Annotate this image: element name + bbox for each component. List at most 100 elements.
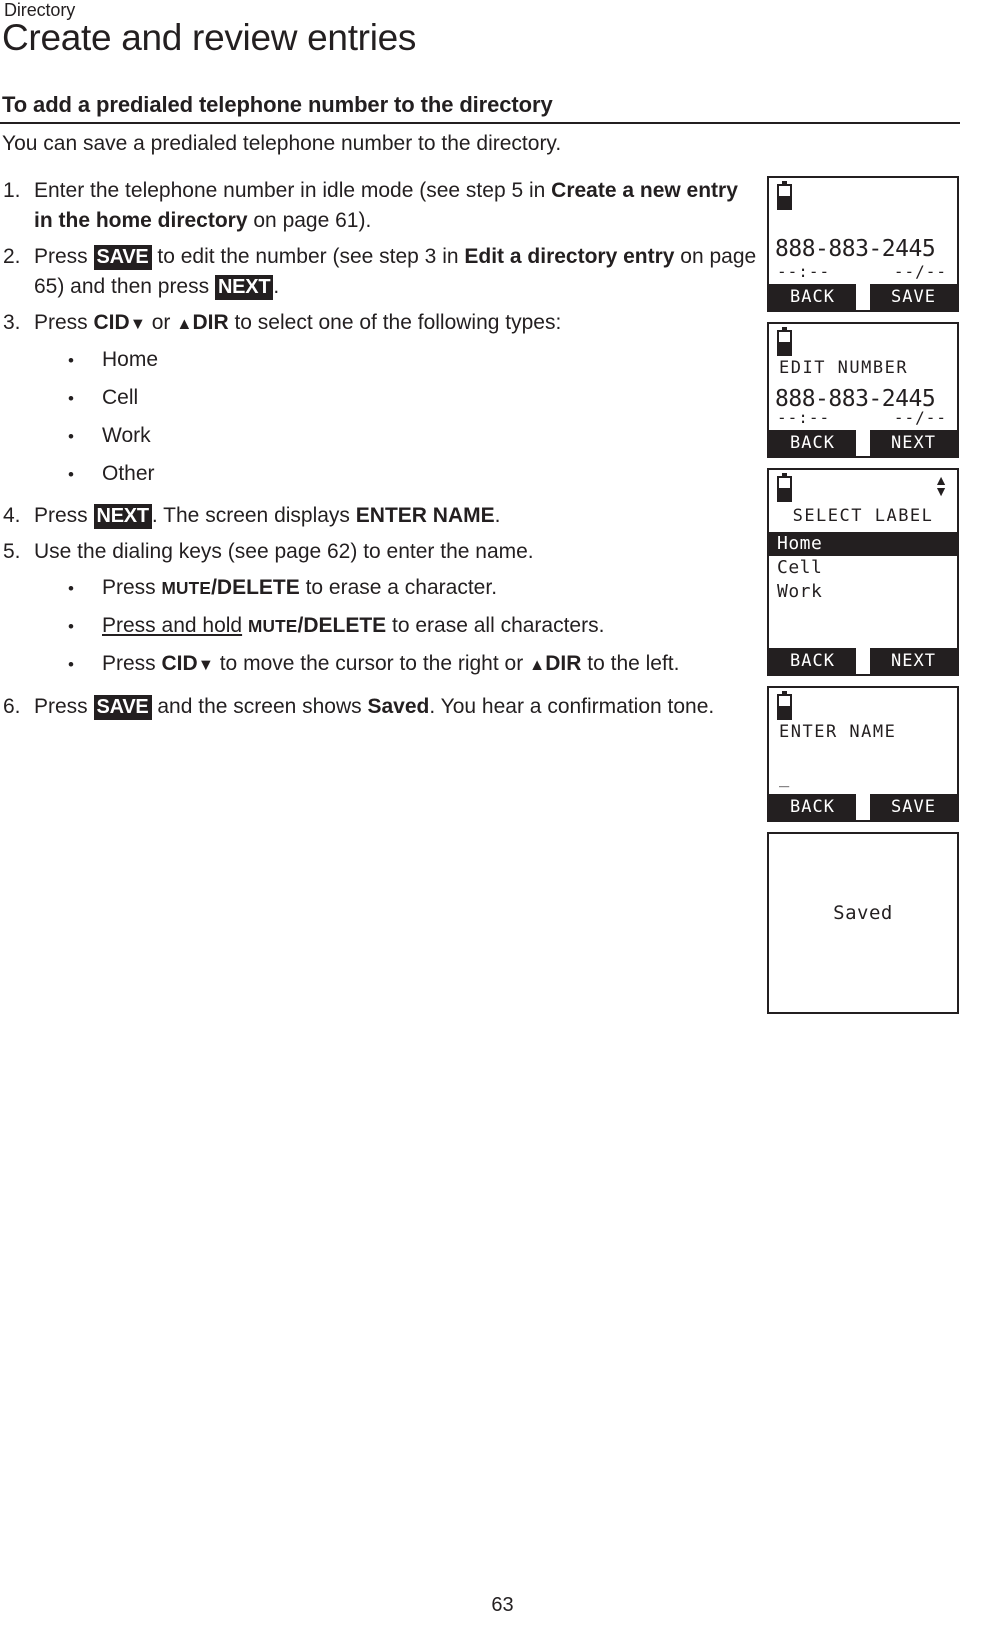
lcd-heading: SELECT LABEL <box>792 506 934 526</box>
list-item-label: Press CID to move the cursor to the righ… <box>102 645 760 684</box>
step-text: Press SAVE and the screen shows Saved. Y… <box>34 692 760 722</box>
step-text: Press SAVE to edit the number (see step … <box>34 242 760 302</box>
body-text: Enter the telephone number in idle mode … <box>34 179 552 202</box>
body-text: Press <box>34 311 94 334</box>
emphasis-text: /DELETE <box>211 576 300 599</box>
underlined-text: Press and hold <box>102 614 243 637</box>
body-text: Press <box>34 504 94 527</box>
bullet-dot-icon <box>68 645 102 684</box>
body-text: or <box>145 311 177 334</box>
softkey-divider <box>856 284 870 310</box>
emphasis-text: ENTER NAME <box>355 504 495 527</box>
list-item: Other <box>34 455 760 493</box>
body-text: to the left. <box>581 652 680 675</box>
lcd-softkey-bar: BACK SAVE <box>769 284 957 310</box>
bullet-dot-icon <box>68 417 102 455</box>
step-number: 4. <box>3 504 21 527</box>
softkey-right[interactable]: NEXT <box>870 648 957 674</box>
battery-icon <box>777 473 792 502</box>
step-bullet-list: Press MUTE/DELETE to erase a character.P… <box>34 569 760 684</box>
lcd-date-placeholder: --/-- <box>893 262 947 281</box>
screen-enter-name: ENTER NAME _ BACK SAVE <box>767 686 959 822</box>
step-number: 2. <box>3 245 21 268</box>
emphasis-text: Edit a directory entry <box>464 245 675 268</box>
lcd-softkey-bar: BACK NEXT <box>769 430 957 456</box>
body-text: Press <box>34 245 94 268</box>
bullet-dot-icon <box>68 607 102 645</box>
lcd-display-area: 888-883-2445 --:-- --/-- <box>769 178 957 284</box>
list-item: Cell <box>34 379 760 417</box>
lcd-label-option: Home <box>769 532 957 556</box>
step-bullet-list: Home Cell Work Other <box>34 341 760 493</box>
lcd-softkey-bar: BACK NEXT <box>769 648 957 674</box>
step-number: 1. <box>3 179 21 202</box>
section-intro: You can save a predialed telephone numbe… <box>2 132 562 155</box>
lcd-display-area: ▲ ▼ SELECT LABEL Home Cell Work <box>769 470 957 648</box>
lcd-label-option: Cell <box>777 557 823 578</box>
body-text: to select one of the following types: <box>228 311 562 334</box>
softkey-right[interactable]: NEXT <box>870 430 957 456</box>
procedure-step: 4. Press NEXT. The screen displays ENTER … <box>0 501 760 531</box>
step-text: Press NEXT. The screen displays ENTER NA… <box>34 501 760 531</box>
softkey-label-next: NEXT <box>214 275 274 300</box>
softkey-left[interactable]: BACK <box>769 648 856 674</box>
list-item: Work <box>34 417 760 455</box>
softkey-divider <box>856 648 870 674</box>
lcd-heading: ENTER NAME <box>779 722 897 742</box>
scroll-arrows-icon: ▲ ▼ <box>933 473 949 498</box>
list-item-label: Press MUTE/DELETE to erase a character. <box>102 569 760 607</box>
softkey-label-next: NEXT <box>93 504 152 529</box>
softkey-left[interactable]: BACK <box>769 794 856 820</box>
procedure-step: 3. Press CID or DIR to select one of the … <box>0 308 760 495</box>
body-text: to edit the number (see step 3 in <box>151 245 465 268</box>
battery-icon <box>777 181 792 210</box>
softkey-left[interactable]: BACK <box>769 284 856 310</box>
body-text: . <box>494 504 501 527</box>
body-text: to erase all characters. <box>386 614 605 637</box>
body-text: on page 61). <box>247 209 372 232</box>
list-item-label: Home <box>102 348 159 371</box>
list-item: Press CID to move the cursor to the righ… <box>34 645 760 684</box>
screen-edit-number: EDIT NUMBER 888-883-2445 --:-- --/-- BACK NEX… <box>767 322 959 458</box>
softkey-left[interactable]: BACK <box>769 430 856 456</box>
lcd-status-message: Saved <box>833 902 893 924</box>
lcd-softkey-bar: BACK SAVE <box>769 794 957 820</box>
list-item: Press and hold MUTE/DELETE to erase all … <box>34 607 760 645</box>
lcd-date-placeholder: --/-- <box>893 408 947 427</box>
step-number: 5. <box>3 540 21 563</box>
battery-icon <box>777 691 792 720</box>
procedure-step: 5. Use the dialing keys (see page 62) to … <box>0 537 760 686</box>
body-text: and the screen shows <box>151 695 368 718</box>
procedure-step: 2. Press SAVE to edit the number (see ste… <box>0 242 760 302</box>
key-name-mute: MUTE <box>161 578 212 598</box>
step-number: 6. <box>3 695 21 718</box>
step-text: Use the dialing keys (see page 62) to en… <box>34 537 760 686</box>
emphasis-text: /DELETE <box>297 614 387 637</box>
procedure-step: 6. Press SAVE and the screen shows Saved.… <box>0 692 760 722</box>
bullet-dot-icon <box>68 341 102 379</box>
body-text: . The screen displays <box>151 504 356 527</box>
screen-select-label: ▲ ▼ SELECT LABEL Home Cell Work BACK NEXT <box>767 468 959 676</box>
list-item-label: Press and hold MUTE/DELETE to erase all … <box>102 607 760 645</box>
battery-icon <box>777 327 792 356</box>
manual-page: Directory Create and review entries To a… <box>0 0 1005 1641</box>
lcd-display-area: EDIT NUMBER 888-883-2445 --:-- --/-- <box>769 324 957 430</box>
lcd-display-area: ENTER NAME _ <box>769 688 957 794</box>
emphasis-text: Saved <box>367 695 430 718</box>
softkey-right[interactable]: SAVE <box>870 794 957 820</box>
body-text: Press <box>102 652 162 675</box>
screen-saved: Saved <box>767 832 959 1014</box>
key-name-dir-up-icon: DIR <box>176 311 228 334</box>
key-name-dir-up-icon: DIR <box>529 652 581 675</box>
step-number: 3. <box>3 311 21 334</box>
list-item: Press MUTE/DELETE to erase a character. <box>34 569 760 607</box>
section-divider <box>0 122 960 124</box>
bullet-dot-icon <box>68 569 102 607</box>
body-text: to move the cursor to the right or <box>213 652 530 675</box>
bullet-dot-icon <box>68 455 102 493</box>
page-title: Create and review entries <box>2 17 417 58</box>
lcd-label-list: Home Cell Work <box>769 532 957 604</box>
softkey-right[interactable]: SAVE <box>870 284 957 310</box>
procedure-step: 1. Enter the telephone number in idle mod… <box>0 176 760 236</box>
softkey-divider <box>856 794 870 820</box>
